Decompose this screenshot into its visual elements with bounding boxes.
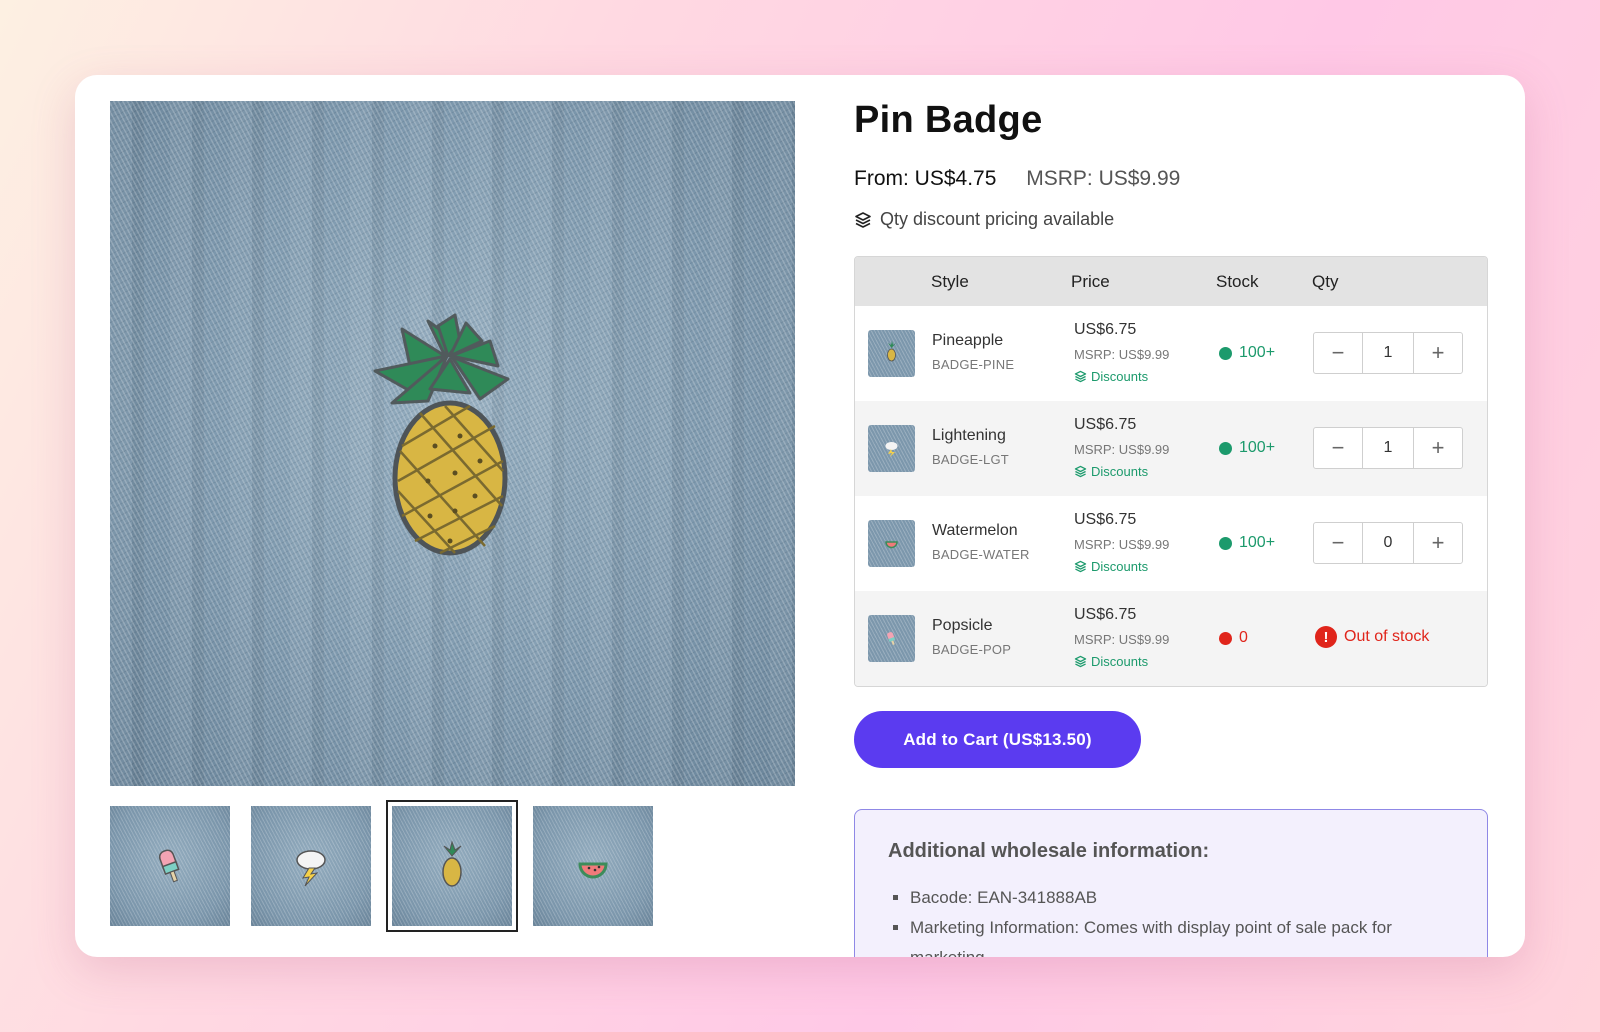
price-from: From: US$4.75 <box>854 167 997 190</box>
out-of-stock-status: ! Out of stock <box>1315 626 1429 648</box>
style-name: Lightening <box>932 427 1006 444</box>
row-thumbnail-lightning <box>868 425 915 472</box>
quantity-input[interactable]: 1 <box>1362 428 1414 468</box>
stock-status: 100+ <box>1219 344 1275 362</box>
wholesale-item: Bacode: EAN-341888AB <box>910 883 1454 913</box>
pineapple-icon <box>442 840 462 887</box>
increment-button[interactable]: + <box>1414 523 1462 563</box>
layers-icon <box>1074 560 1087 573</box>
table-row: Watermelon BADGE-WATER US$6.75 MSRP: US$… <box>855 496 1487 591</box>
row-msrp: MSRP: US$9.99 <box>1074 632 1170 647</box>
stock-dot-icon <box>1219 536 1232 550</box>
stock-dot-icon <box>1219 346 1232 360</box>
sku: BADGE-LGT <box>932 452 1009 467</box>
decrement-button[interactable]: − <box>1314 523 1362 563</box>
style-name: Pineapple <box>932 332 1004 349</box>
lightning-cloud-icon <box>885 442 898 457</box>
stock-count: 0 <box>1239 629 1248 646</box>
row-price: US$6.75 <box>1074 606 1137 623</box>
thumbnail-popsicle[interactable] <box>110 806 230 926</box>
wholesale-item: Marketing Information: Comes with displa… <box>910 913 1454 957</box>
wholesale-heading: Additional wholesale information: <box>888 840 1210 862</box>
discounts-link[interactable]: Discounts <box>1074 559 1148 574</box>
increment-button[interactable]: + <box>1414 333 1462 373</box>
discounts-label: Discounts <box>1091 654 1149 669</box>
pineapple-pin-illustration <box>373 313 510 556</box>
stock-count: 100+ <box>1239 344 1276 361</box>
quantity-stepper: − 1 + <box>1313 332 1463 374</box>
alert-icon: ! <box>1315 626 1337 648</box>
layers-icon <box>1074 370 1087 383</box>
wholesale-list: Bacode: EAN-341888AB Marketing Informati… <box>888 883 1454 957</box>
sku: BADGE-POP <box>932 642 1012 657</box>
qty-discount-note: Qty discount pricing available <box>854 209 1114 230</box>
stock-status: 0 <box>1219 629 1248 647</box>
table-row: Pineapple BADGE-PINE US$6.75 MSRP: US$9.… <box>855 306 1487 401</box>
layers-icon <box>1074 655 1087 668</box>
stock-dot-icon <box>1219 631 1232 645</box>
decrement-button[interactable]: − <box>1314 428 1362 468</box>
quantity-input[interactable]: 0 <box>1362 523 1414 563</box>
qty-discount-text: Qty discount pricing available <box>880 209 1115 229</box>
row-price: US$6.75 <box>1074 321 1137 338</box>
sku: BADGE-WATER <box>932 547 1030 562</box>
product-main-image <box>110 101 795 786</box>
discounts-link[interactable]: Discounts <box>1074 369 1148 384</box>
discounts-label: Discounts <box>1091 369 1149 384</box>
row-msrp: MSRP: US$9.99 <box>1074 442 1170 457</box>
thumbnail-lightning[interactable] <box>251 806 371 926</box>
page-title: Pin Badge <box>854 99 1043 141</box>
header-stock: Stock <box>1216 272 1259 291</box>
row-thumbnail-watermelon <box>868 520 915 567</box>
stock-dot-icon <box>1219 441 1232 455</box>
header-style: Style <box>931 272 969 291</box>
style-name: Popsicle <box>932 617 993 634</box>
row-thumbnail-popsicle <box>868 615 915 662</box>
thumbnail-pineapple[interactable] <box>386 800 518 932</box>
header-qty: Qty <box>1312 272 1339 291</box>
watermelon-icon <box>885 541 898 549</box>
discounts-label: Discounts <box>1091 559 1149 574</box>
row-price: US$6.75 <box>1074 511 1137 528</box>
sku: BADGE-PINE <box>932 357 1015 372</box>
lightning-cloud-icon <box>296 850 326 887</box>
pineapple-icon <box>887 341 896 362</box>
popsicle-icon <box>887 632 896 645</box>
decrement-button[interactable]: − <box>1314 333 1362 373</box>
quantity-input[interactable]: 1 <box>1362 333 1414 373</box>
thumbnail-watermelon[interactable] <box>533 806 653 926</box>
wholesale-info-panel: Additional wholesale information: Bacode… <box>854 809 1488 957</box>
row-msrp: MSRP: US$9.99 <box>1074 347 1170 362</box>
header-price: Price <box>1071 272 1110 291</box>
layers-icon <box>1074 465 1087 478</box>
product-card: Pin Badge From: US$4.75 MSRP: US$9.99 Qt… <box>75 75 1525 957</box>
price-row: From: US$4.75 MSRP: US$9.99 <box>854 167 1180 191</box>
table-row: Popsicle BADGE-POP US$6.75 MSRP: US$9.99… <box>855 591 1487 686</box>
style-name: Watermelon <box>932 522 1018 539</box>
stock-count: 100+ <box>1239 439 1276 456</box>
row-price: US$6.75 <box>1074 416 1137 433</box>
increment-button[interactable]: + <box>1414 428 1462 468</box>
stock-status: 100+ <box>1219 439 1275 457</box>
out-of-stock-label: Out of stock <box>1344 628 1430 645</box>
price-msrp: MSRP: US$9.99 <box>1026 167 1181 190</box>
variants-table: Style Price Stock Qty Pineapple BADGE-PI… <box>854 256 1488 687</box>
watermelon-icon <box>578 862 608 879</box>
table-row: Lightening BADGE-LGT US$6.75 MSRP: US$9.… <box>855 401 1487 496</box>
table-header: Style Price Stock Qty <box>855 257 1487 306</box>
discounts-link[interactable]: Discounts <box>1074 464 1148 479</box>
discounts-label: Discounts <box>1091 464 1149 479</box>
add-to-cart-button[interactable]: Add to Cart (US$13.50) <box>854 711 1141 768</box>
row-msrp: MSRP: US$9.99 <box>1074 537 1170 552</box>
quantity-stepper: − 1 + <box>1313 427 1463 469</box>
row-thumbnail-pineapple <box>868 330 915 377</box>
stock-status: 100+ <box>1219 534 1275 552</box>
layers-icon <box>855 211 871 228</box>
discounts-link[interactable]: Discounts <box>1074 654 1148 669</box>
stock-count: 100+ <box>1239 534 1276 551</box>
popsicle-icon <box>158 849 180 883</box>
quantity-stepper: − 0 + <box>1313 522 1463 564</box>
